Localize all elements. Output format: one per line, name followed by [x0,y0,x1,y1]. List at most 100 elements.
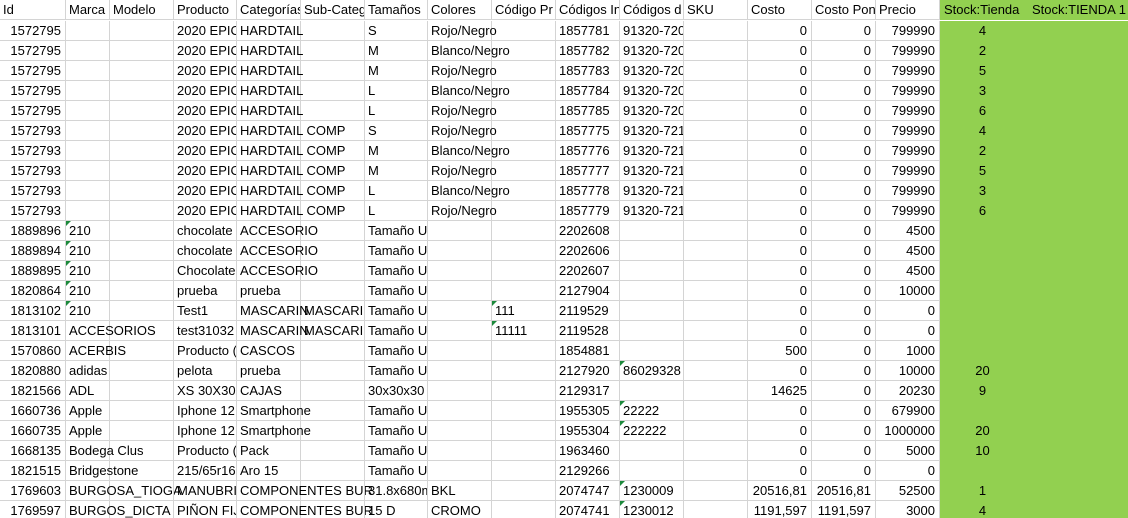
cell-codigo-proveedor[interactable] [492,41,556,61]
cell-marca[interactable] [66,161,110,181]
cell-categorias[interactable]: HARDTAIL COMP [237,201,345,221]
cell-subcategoria[interactable] [301,61,365,81]
cell-id[interactable]: 1572793 [0,201,66,221]
cell-colores[interactable] [428,461,492,481]
cell-stock-tienda-1[interactable] [1026,261,1128,281]
cell-codigo-proveedor[interactable] [492,21,556,41]
cell-costo[interactable]: 0 [748,301,812,321]
cell-codigo-proveedor[interactable] [492,181,556,201]
cell-stock-tienda-1[interactable] [1026,461,1128,481]
cell-categorias[interactable]: HARDTAIL COMP [237,161,345,181]
cell-sku[interactable] [684,301,748,321]
cell-tamanos[interactable]: M [365,161,428,181]
cell-marca[interactable]: Apple [66,421,110,441]
cell-codigos-barra[interactable]: 91320-720 [620,21,684,41]
cell-stock-tienda[interactable]: 4 [940,501,1026,518]
cell-tamanos[interactable]: M [365,41,428,61]
cell-tamanos[interactable]: Tamaño U [365,421,428,441]
cell-subcategoria[interactable] [301,101,365,121]
cell-tamanos[interactable]: L [365,81,428,101]
cell-codigos-internos[interactable]: 2119528 [556,321,620,341]
cell-colores[interactable]: Blanco/Negro [428,81,510,101]
cell-producto[interactable]: 2020 EPIC [174,141,237,161]
cell-codigos-internos[interactable]: 1857777 [556,161,620,181]
cell-codigos-internos[interactable]: 2074747 [556,481,620,501]
cell-costo[interactable]: 0 [748,321,812,341]
cell-categorias[interactable]: Pack [237,441,301,461]
cell-categorias[interactable]: HARDTAIL [237,21,303,41]
cell-stock-tienda[interactable] [940,241,1026,261]
cell-stock-tienda-1[interactable] [1026,201,1128,221]
cell-costo-ponderado[interactable]: 0 [812,181,876,201]
cell-marca[interactable]: ACERBIS [66,341,126,361]
cell-id[interactable]: 1820880 [0,361,66,381]
cell-colores[interactable]: Blanco/Negro [428,141,510,161]
cell-producto[interactable]: Test1 [174,301,237,321]
cell-costo[interactable]: 0 [748,181,812,201]
cell-precio[interactable]: 20230 [876,381,940,401]
cell-precio[interactable]: 799990 [876,181,940,201]
cell-precio[interactable]: 799990 [876,21,940,41]
cell-sku[interactable] [684,461,748,481]
cell-costo[interactable]: 0 [748,361,812,381]
cell-codigos-barra[interactable]: 222222 [620,421,684,441]
cell-subcategoria[interactable] [301,361,365,381]
cell-modelo[interactable] [110,201,174,221]
cell-categorias[interactable]: HARDTAIL [237,41,303,61]
cell-stock-tienda-1[interactable] [1026,181,1128,201]
cell-codigos-internos[interactable]: 2129266 [556,461,620,481]
cell-costo[interactable]: 0 [748,201,812,221]
cell-id[interactable]: 1769603 [0,481,66,501]
cell-costo[interactable]: 0 [748,221,812,241]
cell-costo[interactable]: 0 [748,141,812,161]
cell-id[interactable]: 1821515 [0,461,66,481]
cell-id[interactable]: 1572793 [0,161,66,181]
cell-marca[interactable]: BURGOS_DICTA [66,501,171,518]
cell-sku[interactable] [684,41,748,61]
cell-sku[interactable] [684,201,748,221]
cell-costo-ponderado[interactable]: 0 [812,301,876,321]
cell-codigos-barra[interactable]: 91320-721 [620,181,684,201]
cell-stock-tienda-1[interactable] [1026,481,1128,501]
cell-codigo-proveedor[interactable] [492,441,556,461]
cell-costo-ponderado[interactable]: 0 [812,121,876,141]
cell-codigos-barra[interactable] [620,261,684,281]
cell-id[interactable]: 1821566 [0,381,66,401]
cell-producto[interactable]: 2020 EPIC [174,41,237,61]
cell-marca[interactable] [66,41,110,61]
cell-costo-ponderado[interactable]: 0 [812,441,876,461]
cell-colores[interactable]: Blanco/Negro [428,181,510,201]
cell-subcategoria[interactable] [301,461,365,481]
cell-codigos-internos[interactable]: 2074741 [556,501,620,518]
cell-marca[interactable] [66,141,110,161]
cell-tamanos[interactable]: M [365,61,428,81]
cell-codigos-internos[interactable]: 2127920 [556,361,620,381]
cell-tamanos[interactable]: M [365,141,428,161]
cell-precio[interactable]: 5000 [876,441,940,461]
cell-stock-tienda-1[interactable] [1026,101,1128,121]
cell-codigos-barra[interactable]: 1230012 [620,501,684,518]
cell-stock-tienda-1[interactable] [1026,61,1128,81]
cell-tamanos[interactable]: Tamaño U [365,441,428,461]
cell-tamanos[interactable]: S [365,121,428,141]
cell-sku[interactable] [684,81,748,101]
cell-codigos-internos[interactable]: 1857779 [556,201,620,221]
cell-tamanos[interactable]: Tamaño U [365,261,428,281]
cell-modelo[interactable] [110,501,174,518]
cell-stock-tienda[interactable]: 3 [940,81,1026,101]
cell-producto[interactable]: Iphone 12 [174,401,237,421]
cell-costo[interactable]: 0 [748,281,812,301]
cell-id[interactable]: 1572793 [0,141,66,161]
cell-stock-tienda-1[interactable] [1026,381,1128,401]
cell-producto[interactable]: chocolate [174,221,237,241]
cell-modelo[interactable] [110,301,174,321]
cell-modelo[interactable] [110,341,174,361]
cell-tamanos[interactable]: L [365,201,428,221]
header-modelo[interactable]: Modelo [110,0,174,20]
cell-modelo[interactable] [110,381,174,401]
cell-categorias[interactable]: CASCOS [237,341,301,361]
cell-colores[interactable]: Rojo/Negro [428,121,497,141]
cell-colores[interactable]: Blanco/Negro [428,41,510,61]
cell-costo[interactable]: 0 [748,21,812,41]
cell-tamanos[interactable]: L [365,181,428,201]
